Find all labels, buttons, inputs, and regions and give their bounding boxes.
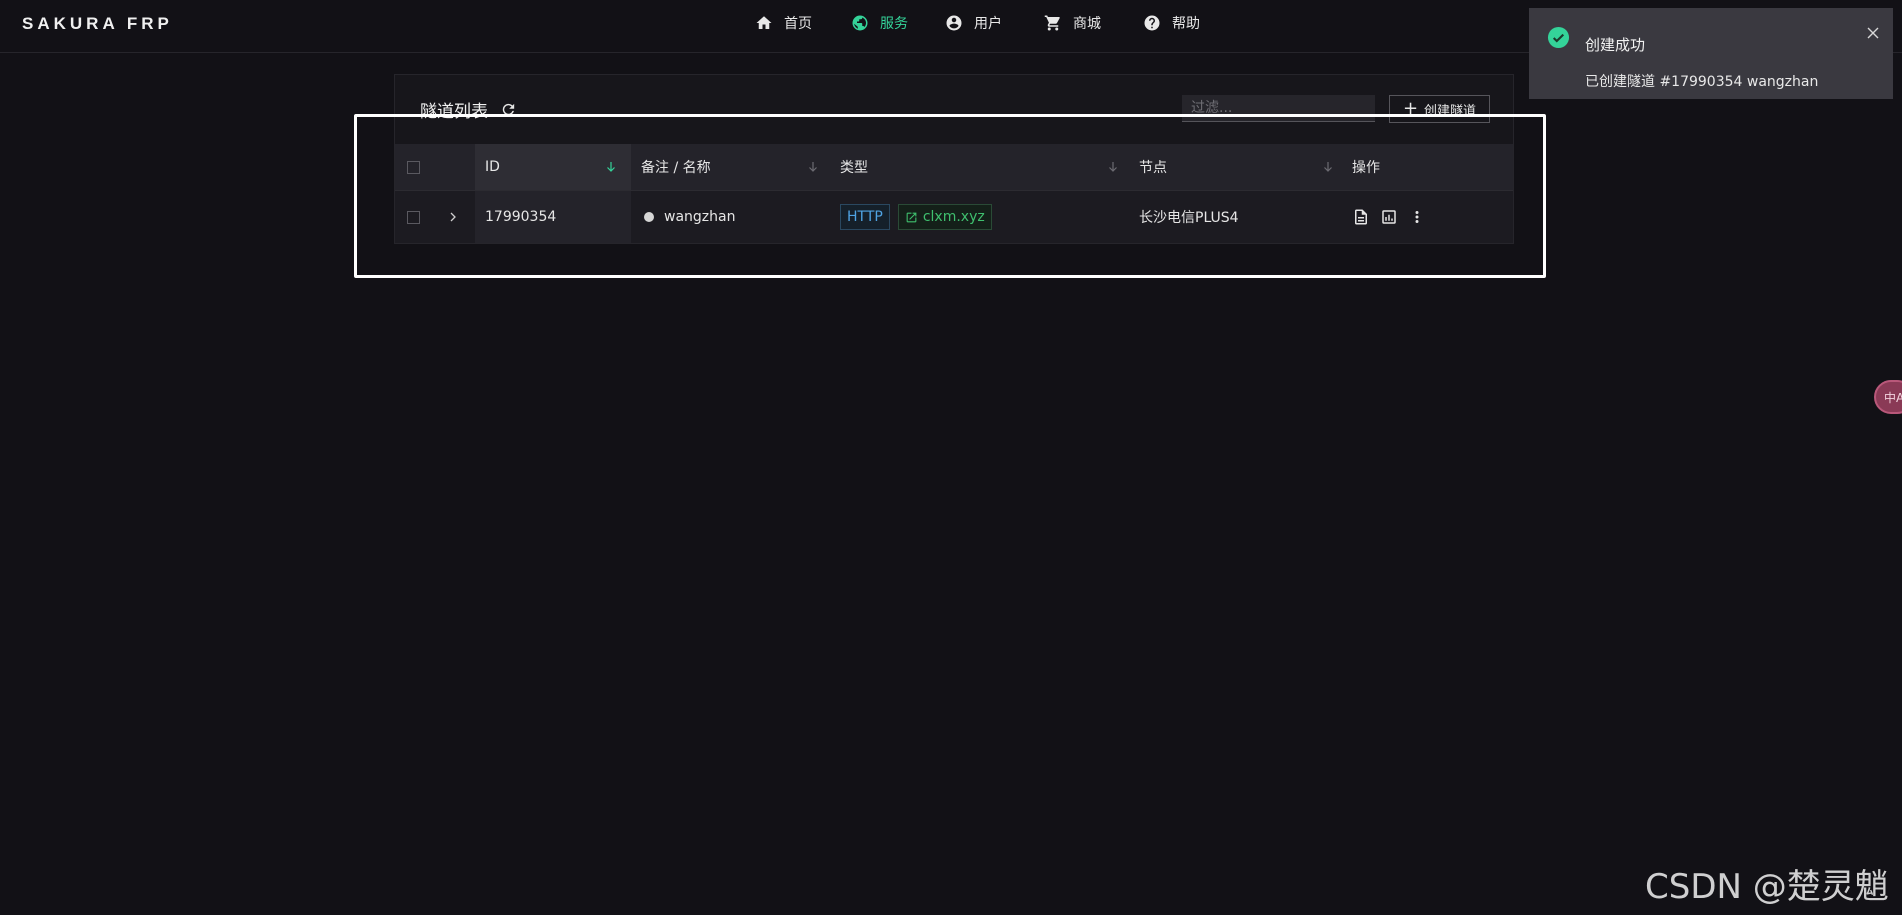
- translate-float-label: 中A: [1884, 390, 1902, 405]
- nav-item-home[interactable]: 首页: [755, 13, 812, 33]
- toast-message: 已创建隧道 #17990354 wangzhan: [1585, 74, 1819, 90]
- nav-item-label: 帮助: [1172, 16, 1200, 32]
- nav-item-label: 用户: [974, 16, 1002, 32]
- translate-float-button[interactable]: 中A: [1874, 380, 1902, 414]
- user-circle-icon: [946, 15, 962, 31]
- success-toast: 创建成功 已创建隧道 #17990354 wangzhan: [1529, 8, 1893, 99]
- main-nav: 首页 服务 用户 商城 帮助: [755, 13, 1200, 33]
- nav-item-user[interactable]: 用户: [945, 13, 1002, 33]
- watermark: CSDN @楚灵魈: [1645, 867, 1889, 907]
- nav-item-help[interactable]: 帮助: [1143, 13, 1200, 33]
- cart-icon: [1044, 15, 1060, 31]
- nav-item-shop[interactable]: 商城: [1044, 13, 1101, 33]
- globe-icon: [852, 15, 868, 31]
- nav-item-label: 服务: [880, 16, 908, 32]
- nav-item-services[interactable]: 服务: [851, 13, 908, 33]
- check-circle-icon: [1547, 26, 1570, 49]
- app-logo[interactable]: SAKURA FRP: [22, 14, 173, 34]
- highlight-annotation: [354, 114, 1546, 278]
- close-icon[interactable]: [1866, 26, 1880, 40]
- nav-item-label: 首页: [784, 16, 812, 32]
- home-icon: [756, 16, 772, 29]
- toast-title: 创建成功: [1585, 36, 1646, 54]
- help-icon: [1144, 15, 1160, 31]
- nav-item-label: 商城: [1073, 16, 1101, 32]
